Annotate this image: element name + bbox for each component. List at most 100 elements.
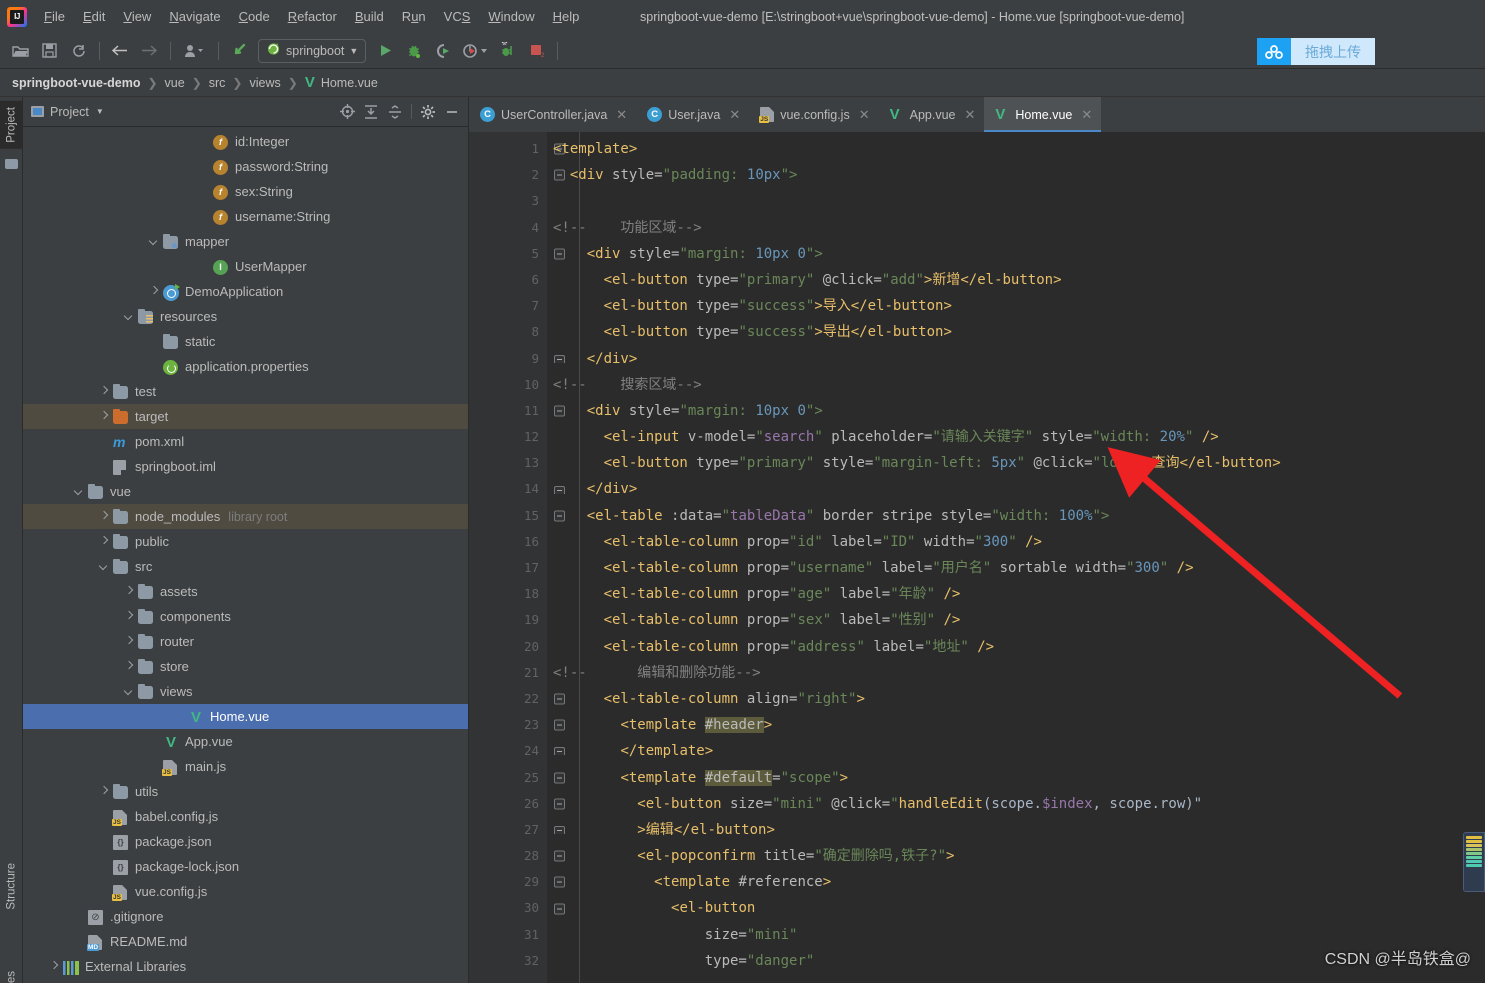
tree-item[interactable]: src bbox=[23, 554, 468, 579]
tree-item[interactable]: static bbox=[23, 329, 468, 354]
tree-item[interactable]: resources bbox=[23, 304, 468, 329]
tree-item[interactable]: application.properties bbox=[23, 354, 468, 379]
editor-tab[interactable]: V Home.vue ✕ bbox=[984, 97, 1102, 132]
tree-item[interactable]: .gitignore bbox=[23, 904, 468, 929]
tree-item[interactable]: utils bbox=[23, 779, 468, 804]
tree-item[interactable]: DemoApplication bbox=[23, 279, 468, 304]
open-folder-icon[interactable] bbox=[6, 38, 34, 64]
tree-item[interactable]: m pom.xml bbox=[23, 429, 468, 454]
chevron-right-icon[interactable] bbox=[123, 635, 136, 648]
tree-item[interactable]: node_modules library root bbox=[23, 504, 468, 529]
chevron-right-icon[interactable] bbox=[123, 660, 136, 673]
expand-all-icon[interactable] bbox=[359, 101, 383, 123]
back-arrow-icon[interactable] bbox=[106, 38, 134, 64]
chevron-right-icon[interactable] bbox=[98, 410, 111, 423]
minimap-widget[interactable] bbox=[1463, 832, 1485, 892]
chevron-right-icon[interactable] bbox=[98, 785, 111, 798]
menu-file[interactable]: File bbox=[35, 5, 74, 28]
hide-panel-icon[interactable] bbox=[440, 101, 464, 123]
tree-item[interactable]: test bbox=[23, 379, 468, 404]
menu-view[interactable]: View bbox=[114, 5, 160, 28]
profile-icon[interactable] bbox=[458, 38, 492, 64]
tree-item[interactable]: router bbox=[23, 629, 468, 654]
chevron-right-icon[interactable] bbox=[123, 585, 136, 598]
chevron-right-icon[interactable] bbox=[98, 510, 111, 523]
editor-gutter[interactable]: 1 2 3 4 5 6 7 8 9 10 11 12 13 14 15 16 17 18 19 20 21 22 23 24 2… bbox=[469, 132, 580, 983]
run-with-coverage-icon[interactable] bbox=[429, 38, 457, 64]
close-icon[interactable]: ✕ bbox=[964, 107, 975, 123]
editor-tab[interactable]: V App.vue ✕ bbox=[879, 97, 985, 132]
chevron-right-icon[interactable] bbox=[148, 285, 161, 298]
tree-item[interactable]: mapper bbox=[23, 229, 468, 254]
attach-debugger-icon[interactable] bbox=[493, 38, 521, 64]
chevron-right-icon[interactable] bbox=[123, 610, 136, 623]
tree-item[interactable]: public bbox=[23, 529, 468, 554]
menu-run[interactable]: Run bbox=[393, 5, 435, 28]
chevron-right-icon[interactable] bbox=[98, 535, 111, 548]
menu-help[interactable]: Help bbox=[544, 5, 589, 28]
breadcrumb-item-0[interactable]: springboot-vue-demo bbox=[12, 76, 140, 90]
tree-item[interactable]: components bbox=[23, 604, 468, 629]
save-icon[interactable] bbox=[35, 38, 63, 64]
chevron-down-icon[interactable]: ▼ bbox=[96, 107, 104, 116]
chevron-right-icon[interactable] bbox=[98, 385, 111, 398]
chevron-down-icon[interactable] bbox=[123, 685, 136, 698]
code-editor[interactable]: 1 2 3 4 5 6 7 8 9 10 11 12 13 14 15 16 17 18 19 20 21 22 23 24 2… bbox=[469, 132, 1485, 983]
chevron-down-icon[interactable] bbox=[98, 560, 111, 573]
tree-item[interactable]: assets bbox=[23, 579, 468, 604]
tree-item[interactable]: JS main.js bbox=[23, 754, 468, 779]
tree-item[interactable]: store bbox=[23, 654, 468, 679]
menu-window[interactable]: Window bbox=[479, 5, 543, 28]
code-content[interactable]: <template> <div style="padding: 10px"> <!… bbox=[547, 132, 1485, 983]
menu-vcs[interactable]: VCS bbox=[435, 5, 480, 28]
close-icon[interactable]: ✕ bbox=[1081, 107, 1092, 123]
editor-tab[interactable]: C UserController.java ✕ bbox=[469, 97, 636, 132]
editor-tab[interactable]: C User.java ✕ bbox=[636, 97, 749, 132]
chevron-down-icon[interactable] bbox=[73, 485, 86, 498]
run-configuration-selector[interactable]: springboot ▼ bbox=[258, 38, 367, 63]
chevron-right-icon[interactable] bbox=[48, 960, 61, 973]
close-icon[interactable]: ✕ bbox=[859, 107, 870, 123]
tree-item[interactable]: f username:String bbox=[23, 204, 468, 229]
chevron-down-icon[interactable] bbox=[123, 310, 136, 323]
breadcrumb-item-2[interactable]: src bbox=[209, 76, 226, 90]
sidebar-item-project[interactable]: Project bbox=[0, 101, 23, 149]
tree-item[interactable]: views bbox=[23, 679, 468, 704]
menu-edit[interactable]: Edit bbox=[74, 5, 114, 28]
stop-icon[interactable]: 2 bbox=[522, 38, 550, 64]
tree-item[interactable]: f id:Integer bbox=[23, 129, 468, 154]
close-icon[interactable]: ✕ bbox=[729, 107, 740, 123]
menu-navigate[interactable]: Navigate bbox=[160, 5, 229, 28]
debug-icon[interactable] bbox=[400, 38, 428, 64]
tree-item[interactable]: App.vue bbox=[23, 729, 468, 754]
settings-gear-icon[interactable] bbox=[416, 101, 440, 123]
sidebar-item-structure[interactable]: Structure bbox=[0, 857, 23, 916]
drag-upload-widget[interactable]: 拖拽上传 bbox=[1257, 38, 1375, 65]
breadcrumb-item-4[interactable]: Home.vue bbox=[321, 76, 378, 90]
editor-tab[interactable]: vue.config.js ✕ bbox=[749, 97, 878, 132]
sidebar-item-favorites[interactable]: Favorites bbox=[0, 965, 23, 983]
tree-item[interactable]: JS vue.config.js bbox=[23, 879, 468, 904]
collapse-all-icon[interactable] bbox=[383, 101, 407, 123]
run-icon[interactable] bbox=[371, 38, 399, 64]
breadcrumb-item-3[interactable]: views bbox=[249, 76, 280, 90]
forward-arrow-icon[interactable] bbox=[135, 38, 163, 64]
menu-code[interactable]: Code bbox=[230, 5, 279, 28]
tree-item[interactable]: package.json bbox=[23, 829, 468, 854]
tree-item[interactable]: External Libraries bbox=[23, 954, 468, 979]
tree-item[interactable]: f sex:String bbox=[23, 179, 468, 204]
user-icon[interactable] bbox=[177, 38, 211, 64]
tree-item[interactable]: vue bbox=[23, 479, 468, 504]
tree-item[interactable]: JS babel.config.js bbox=[23, 804, 468, 829]
tree-item[interactable]: Home.vue bbox=[23, 704, 468, 729]
menu-build[interactable]: Build bbox=[346, 5, 393, 28]
menu-refactor[interactable]: Refactor bbox=[279, 5, 346, 28]
update-project-icon[interactable] bbox=[225, 38, 253, 64]
tree-item[interactable]: MD README.md bbox=[23, 929, 468, 954]
tree-item[interactable]: f password:String bbox=[23, 154, 468, 179]
locate-icon[interactable] bbox=[335, 101, 359, 123]
close-icon[interactable]: ✕ bbox=[616, 107, 627, 123]
tree-item[interactable]: springboot.iml bbox=[23, 454, 468, 479]
tree-item[interactable]: target bbox=[23, 404, 468, 429]
tree-item[interactable]: I UserMapper bbox=[23, 254, 468, 279]
